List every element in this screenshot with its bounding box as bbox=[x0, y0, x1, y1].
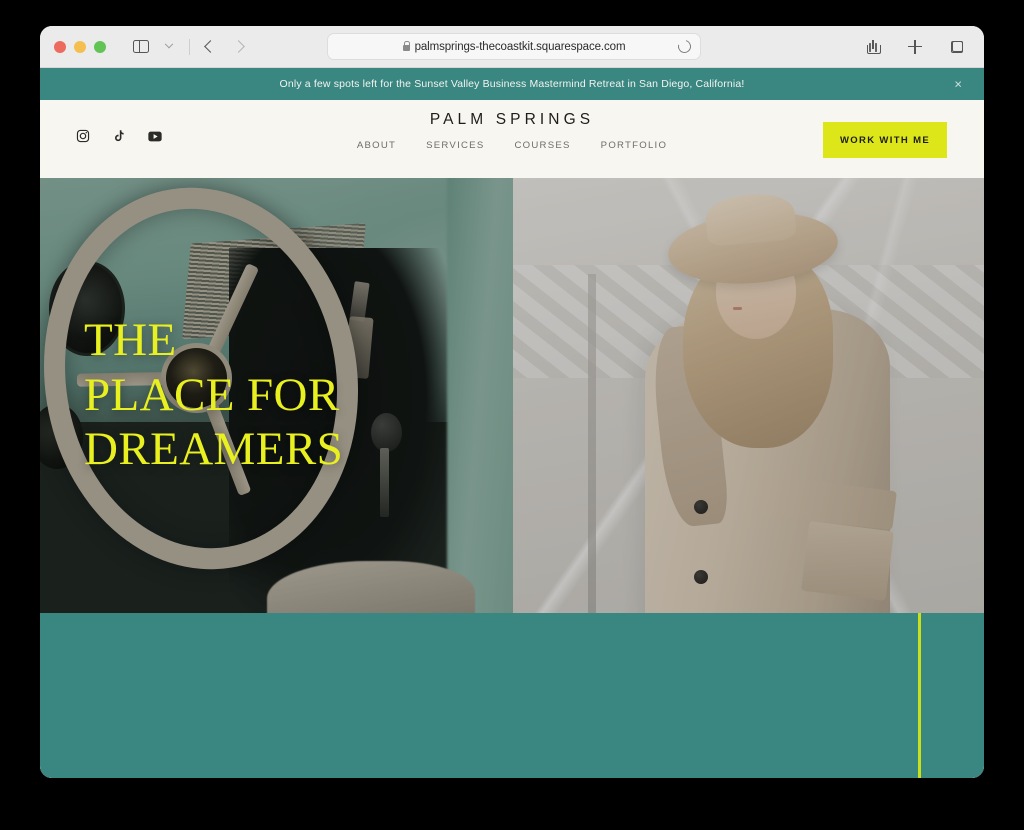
hero-headline-line-1: THE bbox=[84, 314, 177, 367]
share-icon bbox=[867, 39, 881, 54]
announcement-text: Only a few spots left for the Sunset Val… bbox=[279, 78, 745, 90]
url-text: palmsprings-thecoastkit.squarespace.com bbox=[414, 40, 626, 53]
hero-headline-line-2: PLACE FOR bbox=[84, 368, 340, 421]
address-bar[interactable]: palmsprings-thecoastkit.squarespace.com bbox=[327, 33, 701, 60]
browser-toolbar: palmsprings-thecoastkit.squarespace.com bbox=[40, 26, 984, 68]
tab-overview-button[interactable] bbox=[944, 34, 970, 60]
nav-item-portfolio[interactable]: PORTFOLIO bbox=[601, 140, 668, 151]
hero-section: THE PLACE FOR DREAMERS bbox=[40, 178, 984, 613]
accent-vertical-rule bbox=[918, 613, 921, 778]
close-window-button[interactable] bbox=[54, 40, 66, 53]
plus-icon bbox=[908, 39, 922, 54]
share-button[interactable] bbox=[860, 34, 886, 60]
toolbar-divider bbox=[189, 38, 190, 55]
hero-headline: THE PLACE FOR DREAMERS bbox=[84, 313, 343, 477]
navigation-controls bbox=[128, 34, 251, 60]
maximize-window-button[interactable] bbox=[94, 40, 106, 53]
close-icon[interactable]: × bbox=[954, 78, 962, 91]
minimize-window-button[interactable] bbox=[74, 40, 86, 53]
portrait-illustration bbox=[513, 178, 984, 613]
tab-overview-icon bbox=[951, 40, 963, 53]
back-button[interactable] bbox=[197, 34, 223, 60]
nav-item-courses[interactable]: COURSES bbox=[514, 140, 570, 151]
teal-band-section bbox=[40, 613, 984, 778]
chevron-down-icon bbox=[164, 39, 174, 48]
toolbar-actions bbox=[860, 34, 970, 60]
chevron-left-icon bbox=[203, 40, 217, 53]
site-title[interactable]: PALM SPRINGS bbox=[430, 111, 594, 129]
cta-label: WORK WITH ME bbox=[839, 134, 931, 146]
nav-item-about[interactable]: ABOUT bbox=[357, 140, 396, 151]
new-tab-button[interactable] bbox=[902, 34, 928, 60]
forward-button[interactable] bbox=[225, 34, 251, 60]
lock-icon bbox=[402, 40, 411, 51]
nav-item-services[interactable]: SERVICES bbox=[426, 140, 484, 151]
sidebar-toggle-button[interactable] bbox=[128, 34, 154, 60]
page-content: Only a few spots left for the Sunset Val… bbox=[40, 68, 984, 778]
browser-window: palmsprings-thecoastkit.squarespace.com … bbox=[40, 26, 984, 778]
main-navigation: ABOUT SERVICES COURSES PORTFOLIO bbox=[357, 140, 667, 151]
window-controls bbox=[54, 40, 106, 53]
sidebar-icon bbox=[133, 39, 149, 54]
hero-image-portrait bbox=[513, 178, 984, 613]
site-header: PALM SPRINGS ABOUT SERVICES COURSES PORT… bbox=[40, 100, 984, 178]
announcement-bar: Only a few spots left for the Sunset Val… bbox=[40, 68, 984, 100]
hero-image-car: THE PLACE FOR DREAMERS bbox=[40, 178, 513, 613]
chevron-right-icon bbox=[231, 40, 245, 53]
reload-icon[interactable] bbox=[675, 37, 694, 56]
work-with-me-button[interactable]: WORK WITH ME bbox=[823, 122, 947, 158]
sidebar-dropdown-button[interactable] bbox=[156, 34, 182, 60]
hero-headline-line-3: DREAMERS bbox=[84, 423, 344, 476]
